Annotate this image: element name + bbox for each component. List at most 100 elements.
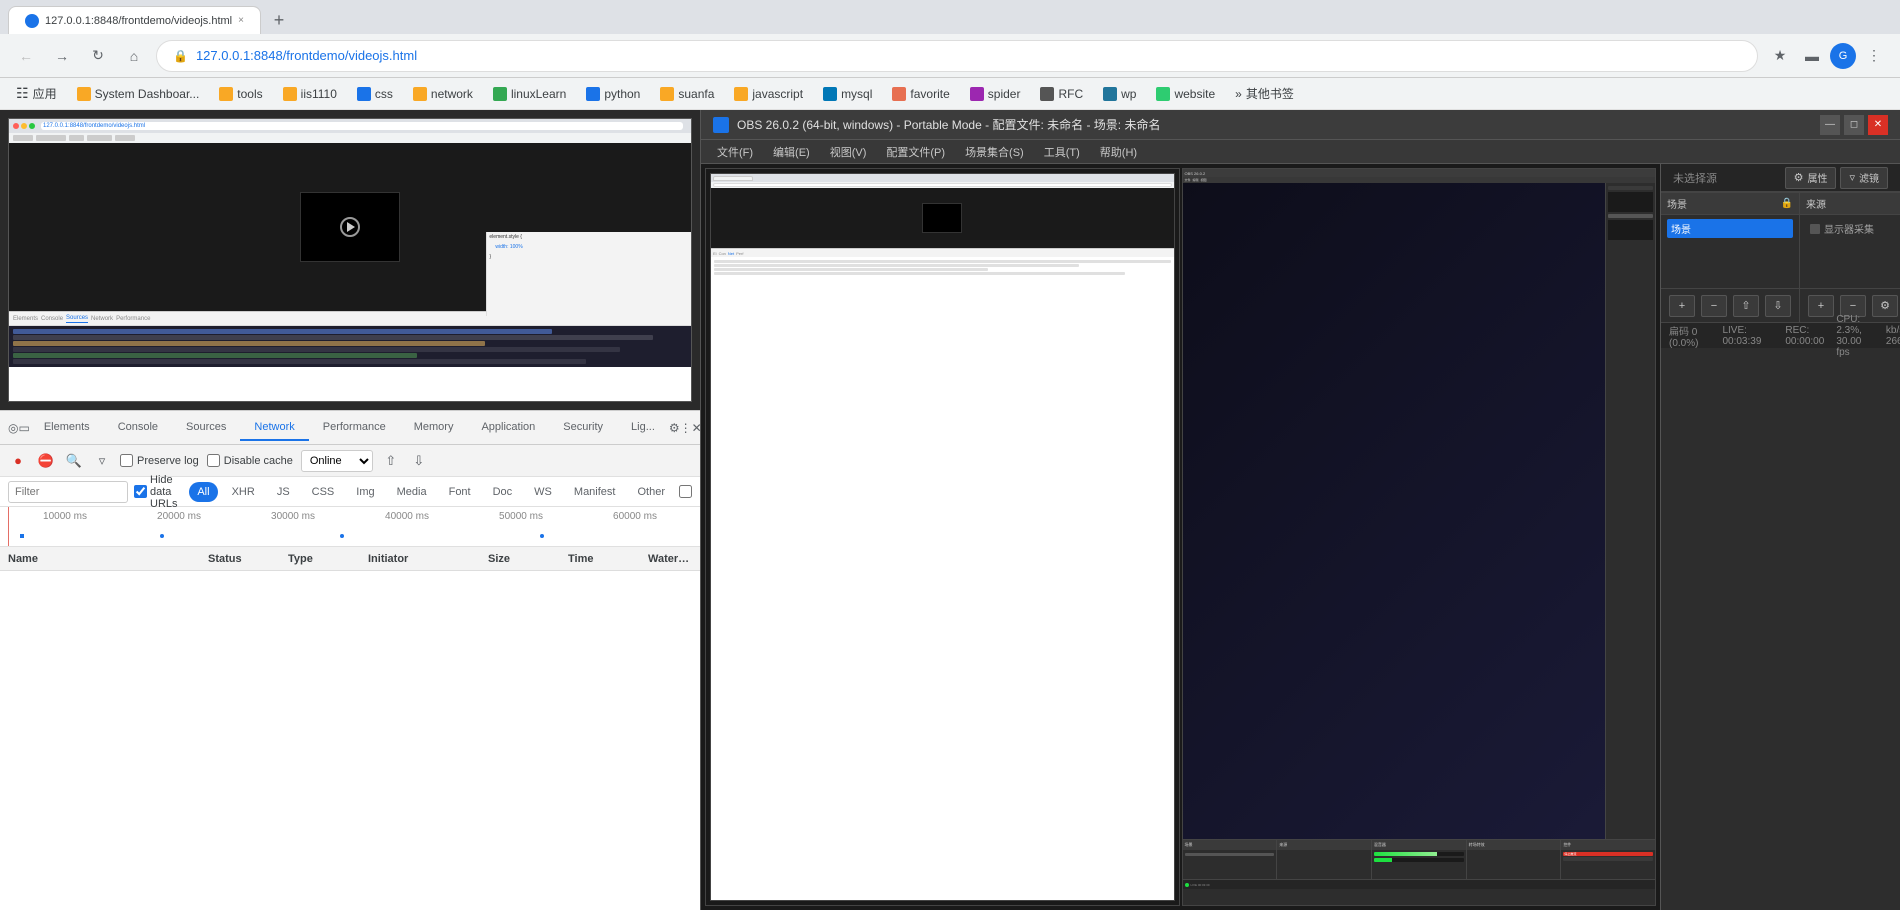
- filter-img-button[interactable]: Img: [348, 482, 382, 502]
- forward-button[interactable]: →: [48, 42, 76, 70]
- tab-memory[interactable]: Memory: [400, 415, 468, 441]
- obs-menu-file[interactable]: 文件(F): [709, 142, 761, 162]
- new-tab-button[interactable]: +: [265, 6, 293, 34]
- search-network-button[interactable]: 🔍: [64, 451, 84, 471]
- source-add-button[interactable]: +: [1808, 295, 1834, 317]
- record-button[interactable]: ●: [8, 451, 28, 471]
- filter-font-button[interactable]: Font: [441, 482, 479, 502]
- tab-console[interactable]: Console: [104, 415, 172, 441]
- bookmark-apps[interactable]: ☷ 应用: [8, 83, 65, 104]
- tab-sources[interactable]: Sources: [172, 415, 240, 441]
- back-button[interactable]: ←: [12, 42, 40, 70]
- tab-elements[interactable]: Elements: [30, 415, 104, 441]
- obs-menu-scenes[interactable]: 场景集合(S): [957, 142, 1032, 162]
- bookmark-mysql[interactable]: mysql: [815, 85, 880, 103]
- bookmark-wp[interactable]: wp: [1095, 85, 1144, 103]
- address-bar[interactable]: 🔒 127.0.0.1:8848/frontdemo/videojs.html: [156, 40, 1758, 72]
- bookmark-javascript[interactable]: javascript: [726, 85, 811, 103]
- bookmark-python[interactable]: python: [578, 85, 648, 103]
- filter-manifest-button[interactable]: Manifest: [566, 482, 624, 502]
- export-button[interactable]: ⇩: [409, 451, 429, 471]
- col-header-type[interactable]: Type: [280, 553, 360, 565]
- obs-scenes-header: 场景 🔒: [1661, 193, 1799, 215]
- scenes-lock-icon[interactable]: 🔒: [1781, 198, 1793, 209]
- devtools-close-button[interactable]: ✕: [692, 414, 700, 442]
- bookmark-icon-suanfa: [660, 87, 674, 101]
- devtools-settings-button[interactable]: ⚙: [669, 414, 680, 442]
- col-header-size[interactable]: Size: [480, 553, 560, 565]
- col-header-status[interactable]: Status: [200, 553, 280, 565]
- filter-all-button[interactable]: All: [189, 482, 217, 502]
- filter-js-button[interactable]: JS: [269, 482, 298, 502]
- scene-down-button[interactable]: ⇩: [1765, 295, 1791, 317]
- filter-other-button[interactable]: Other: [629, 482, 673, 502]
- scene-add-button[interactable]: +: [1669, 295, 1695, 317]
- col-header-initiator[interactable]: Initiator: [360, 553, 480, 565]
- tab-lighthouse[interactable]: Lig...: [617, 415, 669, 441]
- bookmark-network-label: network: [431, 87, 473, 101]
- bookmark-suanfa[interactable]: suanfa: [652, 85, 722, 103]
- hide-data-urls-checkbox[interactable]: [134, 485, 147, 498]
- source-settings-button[interactable]: ⚙: [1872, 295, 1898, 317]
- preserve-log-label[interactable]: Preserve log: [120, 454, 199, 467]
- devtools-device-button[interactable]: ▭: [18, 414, 29, 442]
- obs-maximize-button[interactable]: ◻: [1844, 115, 1864, 135]
- filter-input[interactable]: [8, 481, 128, 503]
- filter-ws-button[interactable]: WS: [526, 482, 560, 502]
- scene-up-button[interactable]: ⇧: [1733, 295, 1759, 317]
- profile-button[interactable]: G: [1830, 43, 1856, 69]
- filter-doc-button[interactable]: Doc: [485, 482, 521, 502]
- scene-item-default[interactable]: 场景: [1667, 219, 1793, 238]
- bookmark-rfc[interactable]: RFC: [1032, 85, 1091, 103]
- devtools-inspect-button[interactable]: ◎: [8, 414, 18, 442]
- obs-menu-view[interactable]: 视图(V): [822, 142, 875, 162]
- disable-cache-label[interactable]: Disable cache: [207, 454, 293, 467]
- scene-remove-button[interactable]: −: [1701, 295, 1727, 317]
- obs-close-button[interactable]: ✕: [1868, 115, 1888, 135]
- disable-cache-checkbox[interactable]: [207, 454, 220, 467]
- bookmark-spider[interactable]: spider: [962, 85, 1029, 103]
- source-item-display[interactable]: 显示器采集 👁 🔒: [1806, 219, 1900, 238]
- active-tab[interactable]: 127.0.0.1:8848/frontdemo/videojs.html ×: [8, 6, 261, 34]
- tab-application[interactable]: Application: [467, 415, 549, 441]
- tab-performance[interactable]: Performance: [309, 415, 400, 441]
- bookmark-favorite[interactable]: favorite: [884, 85, 957, 103]
- home-button[interactable]: ⌂: [120, 42, 148, 70]
- bookmark-iis1110[interactable]: iis1110: [275, 85, 345, 103]
- tab-close-button[interactable]: ×: [238, 15, 244, 26]
- devtools-more-button[interactable]: ⋮: [680, 414, 692, 442]
- reload-button[interactable]: ↻: [84, 42, 112, 70]
- obs-menu-edit[interactable]: 编辑(E): [765, 142, 818, 162]
- preserve-log-checkbox[interactable]: [120, 454, 133, 467]
- col-header-waterfall[interactable]: Waterfall: [640, 553, 700, 565]
- bookmark-system-dashboard[interactable]: System Dashboar...: [69, 85, 208, 103]
- network-throttle-select[interactable]: Online Fast 3G Slow 3G Offline: [301, 450, 373, 472]
- obs-filters-button[interactable]: ▿ 滤镜: [1840, 167, 1888, 189]
- bookmark-more[interactable]: » 其他书签: [1227, 83, 1302, 104]
- filter-other-checkbox[interactable]: [679, 485, 692, 498]
- clear-button[interactable]: ⛔: [36, 451, 56, 471]
- col-header-name[interactable]: Name: [0, 553, 200, 565]
- star-button[interactable]: ★: [1766, 42, 1794, 70]
- menu-button[interactable]: ⋮: [1860, 42, 1888, 70]
- bookmark-network[interactable]: network: [405, 85, 481, 103]
- hide-data-urls-label[interactable]: Hide data URLs: [134, 474, 183, 510]
- bookmark-tools[interactable]: tools: [211, 85, 270, 103]
- obs-menu-tools[interactable]: 工具(T): [1036, 142, 1088, 162]
- import-button[interactable]: ⇧: [381, 451, 401, 471]
- obs-minimize-button[interactable]: —: [1820, 115, 1840, 135]
- filter-button[interactable]: ▿: [92, 451, 112, 471]
- obs-menu-profile[interactable]: 配置文件(P): [878, 142, 953, 162]
- bookmark-linuxlearn[interactable]: linuxLearn: [485, 85, 574, 103]
- bookmark-css[interactable]: css: [349, 85, 401, 103]
- bookmark-website[interactable]: website: [1148, 85, 1223, 103]
- filter-css-button[interactable]: CSS: [304, 482, 343, 502]
- extensions-button[interactable]: ▬: [1798, 42, 1826, 70]
- tab-network[interactable]: Network: [240, 415, 308, 441]
- filter-xhr-button[interactable]: XHR: [224, 482, 263, 502]
- obs-properties-button[interactable]: ⚙ 属性: [1785, 167, 1837, 189]
- filter-media-button[interactable]: Media: [389, 482, 435, 502]
- tab-security[interactable]: Security: [549, 415, 617, 441]
- obs-menu-help[interactable]: 帮助(H): [1092, 142, 1145, 162]
- col-header-time[interactable]: Time: [560, 553, 640, 565]
